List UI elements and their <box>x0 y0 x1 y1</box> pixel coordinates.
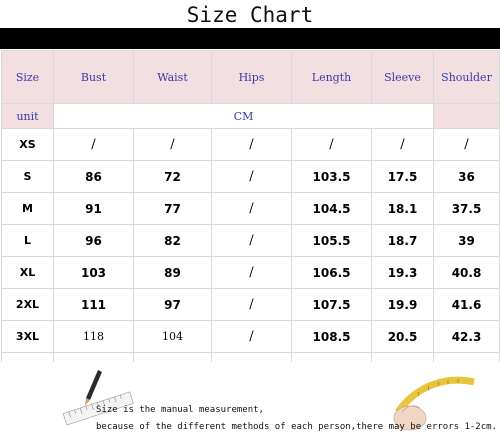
table-cell: / <box>433 128 500 161</box>
table-row: S 86 72/103.5 17.5 36 <box>1 160 500 193</box>
table-cell: 111 <box>53 288 134 321</box>
table-cell: 42.3 <box>433 320 500 353</box>
table-row: XS / / / / / / <box>1 128 500 161</box>
table-cell: / <box>291 128 372 161</box>
table-cell: 37.5 <box>433 192 500 225</box>
table-cell: 108.5 <box>291 320 372 353</box>
size-label: XL <box>1 256 54 289</box>
table-cell: / <box>371 128 434 161</box>
size-label: S <box>1 160 54 193</box>
table-cell: 107.5 <box>291 288 372 321</box>
table-cell: 17.5 <box>371 160 434 193</box>
header-size: Size <box>1 50 54 104</box>
header-length: Length <box>291 50 372 104</box>
table-cell: 91 <box>53 192 134 225</box>
table-cell: 97 <box>133 288 212 321</box>
table-cell: / <box>211 288 292 321</box>
table-cell: 72 <box>133 160 212 193</box>
table-cell: 40.8 <box>433 256 500 289</box>
table-cell: 96 <box>53 224 134 257</box>
table-row: XL 103 89/106.5 19.3 40.8 <box>1 256 500 289</box>
table-cell: 86 <box>53 160 134 193</box>
unit-value: CM <box>53 103 434 129</box>
table-cell: 20.5 <box>371 320 434 353</box>
table-cell: 77 <box>133 192 212 225</box>
title-bar <box>0 28 500 49</box>
size-label: 2XL <box>1 288 54 321</box>
table-cell: 18.1 <box>371 192 434 225</box>
unit-label: unit <box>1 103 54 129</box>
header-row: Size Bust Waist Hips Length Sleeve Shoul… <box>1 50 500 104</box>
table-cell: 19.3 <box>371 256 434 289</box>
header-sleeve: Sleeve <box>371 50 434 104</box>
table-cell: / <box>53 128 134 161</box>
pencil-ruler-icon <box>62 370 134 426</box>
table-row: L 96 82/105.5 18.7 39 <box>1 224 500 257</box>
table-cell: / <box>211 160 292 193</box>
header-hips: Hips <box>211 50 292 104</box>
table-cell: / <box>211 128 292 161</box>
header-bust: Bust <box>53 50 134 104</box>
size-label: M <box>1 192 54 225</box>
table-cell: 36 <box>433 160 500 193</box>
table-cell: 106.5 <box>291 256 372 289</box>
table-cell: 118 <box>53 320 134 353</box>
table-cell: / <box>133 128 212 161</box>
table-cell: 103.5 <box>291 160 372 193</box>
table-cell: 19.9 <box>371 288 434 321</box>
table-cell: 89 <box>133 256 212 289</box>
table-cell: 105.5 <box>291 224 372 257</box>
table-cell: 18.7 <box>371 224 434 257</box>
table-cell: 41.6 <box>433 288 500 321</box>
table-cell: / <box>211 224 292 257</box>
footer-note-2: because of the different methods of each… <box>96 422 497 432</box>
unit-row: unit CM <box>1 103 500 129</box>
table-cell: 82 <box>133 224 212 257</box>
size-label: L <box>1 224 54 257</box>
header-shoulder: Shoulder <box>433 50 500 104</box>
table-cell: 39 <box>433 224 500 257</box>
table-row: M 91 77/104.5 18.1 37.5 <box>1 192 500 225</box>
size-label: 3XL <box>1 320 54 353</box>
chart-title: Size Chart <box>186 3 314 27</box>
table-cell: / <box>211 256 292 289</box>
table-cell: / <box>211 192 292 225</box>
header-waist: Waist <box>133 50 212 104</box>
table-row: 2XL 111 97/107.5 19.9 41.6 <box>1 288 500 321</box>
size-label: XS <box>1 128 54 161</box>
unit-spacer <box>433 103 500 129</box>
table-cell: 104 <box>133 320 212 353</box>
table-row: 3XL 118 104/108.5 20.5 42.3 <box>1 320 500 353</box>
table-cell: / <box>211 320 292 353</box>
footer-note-1: Size is the manual measurement, <box>96 405 264 415</box>
table-cell: 103 <box>53 256 134 289</box>
table-cell: 104.5 <box>291 192 372 225</box>
